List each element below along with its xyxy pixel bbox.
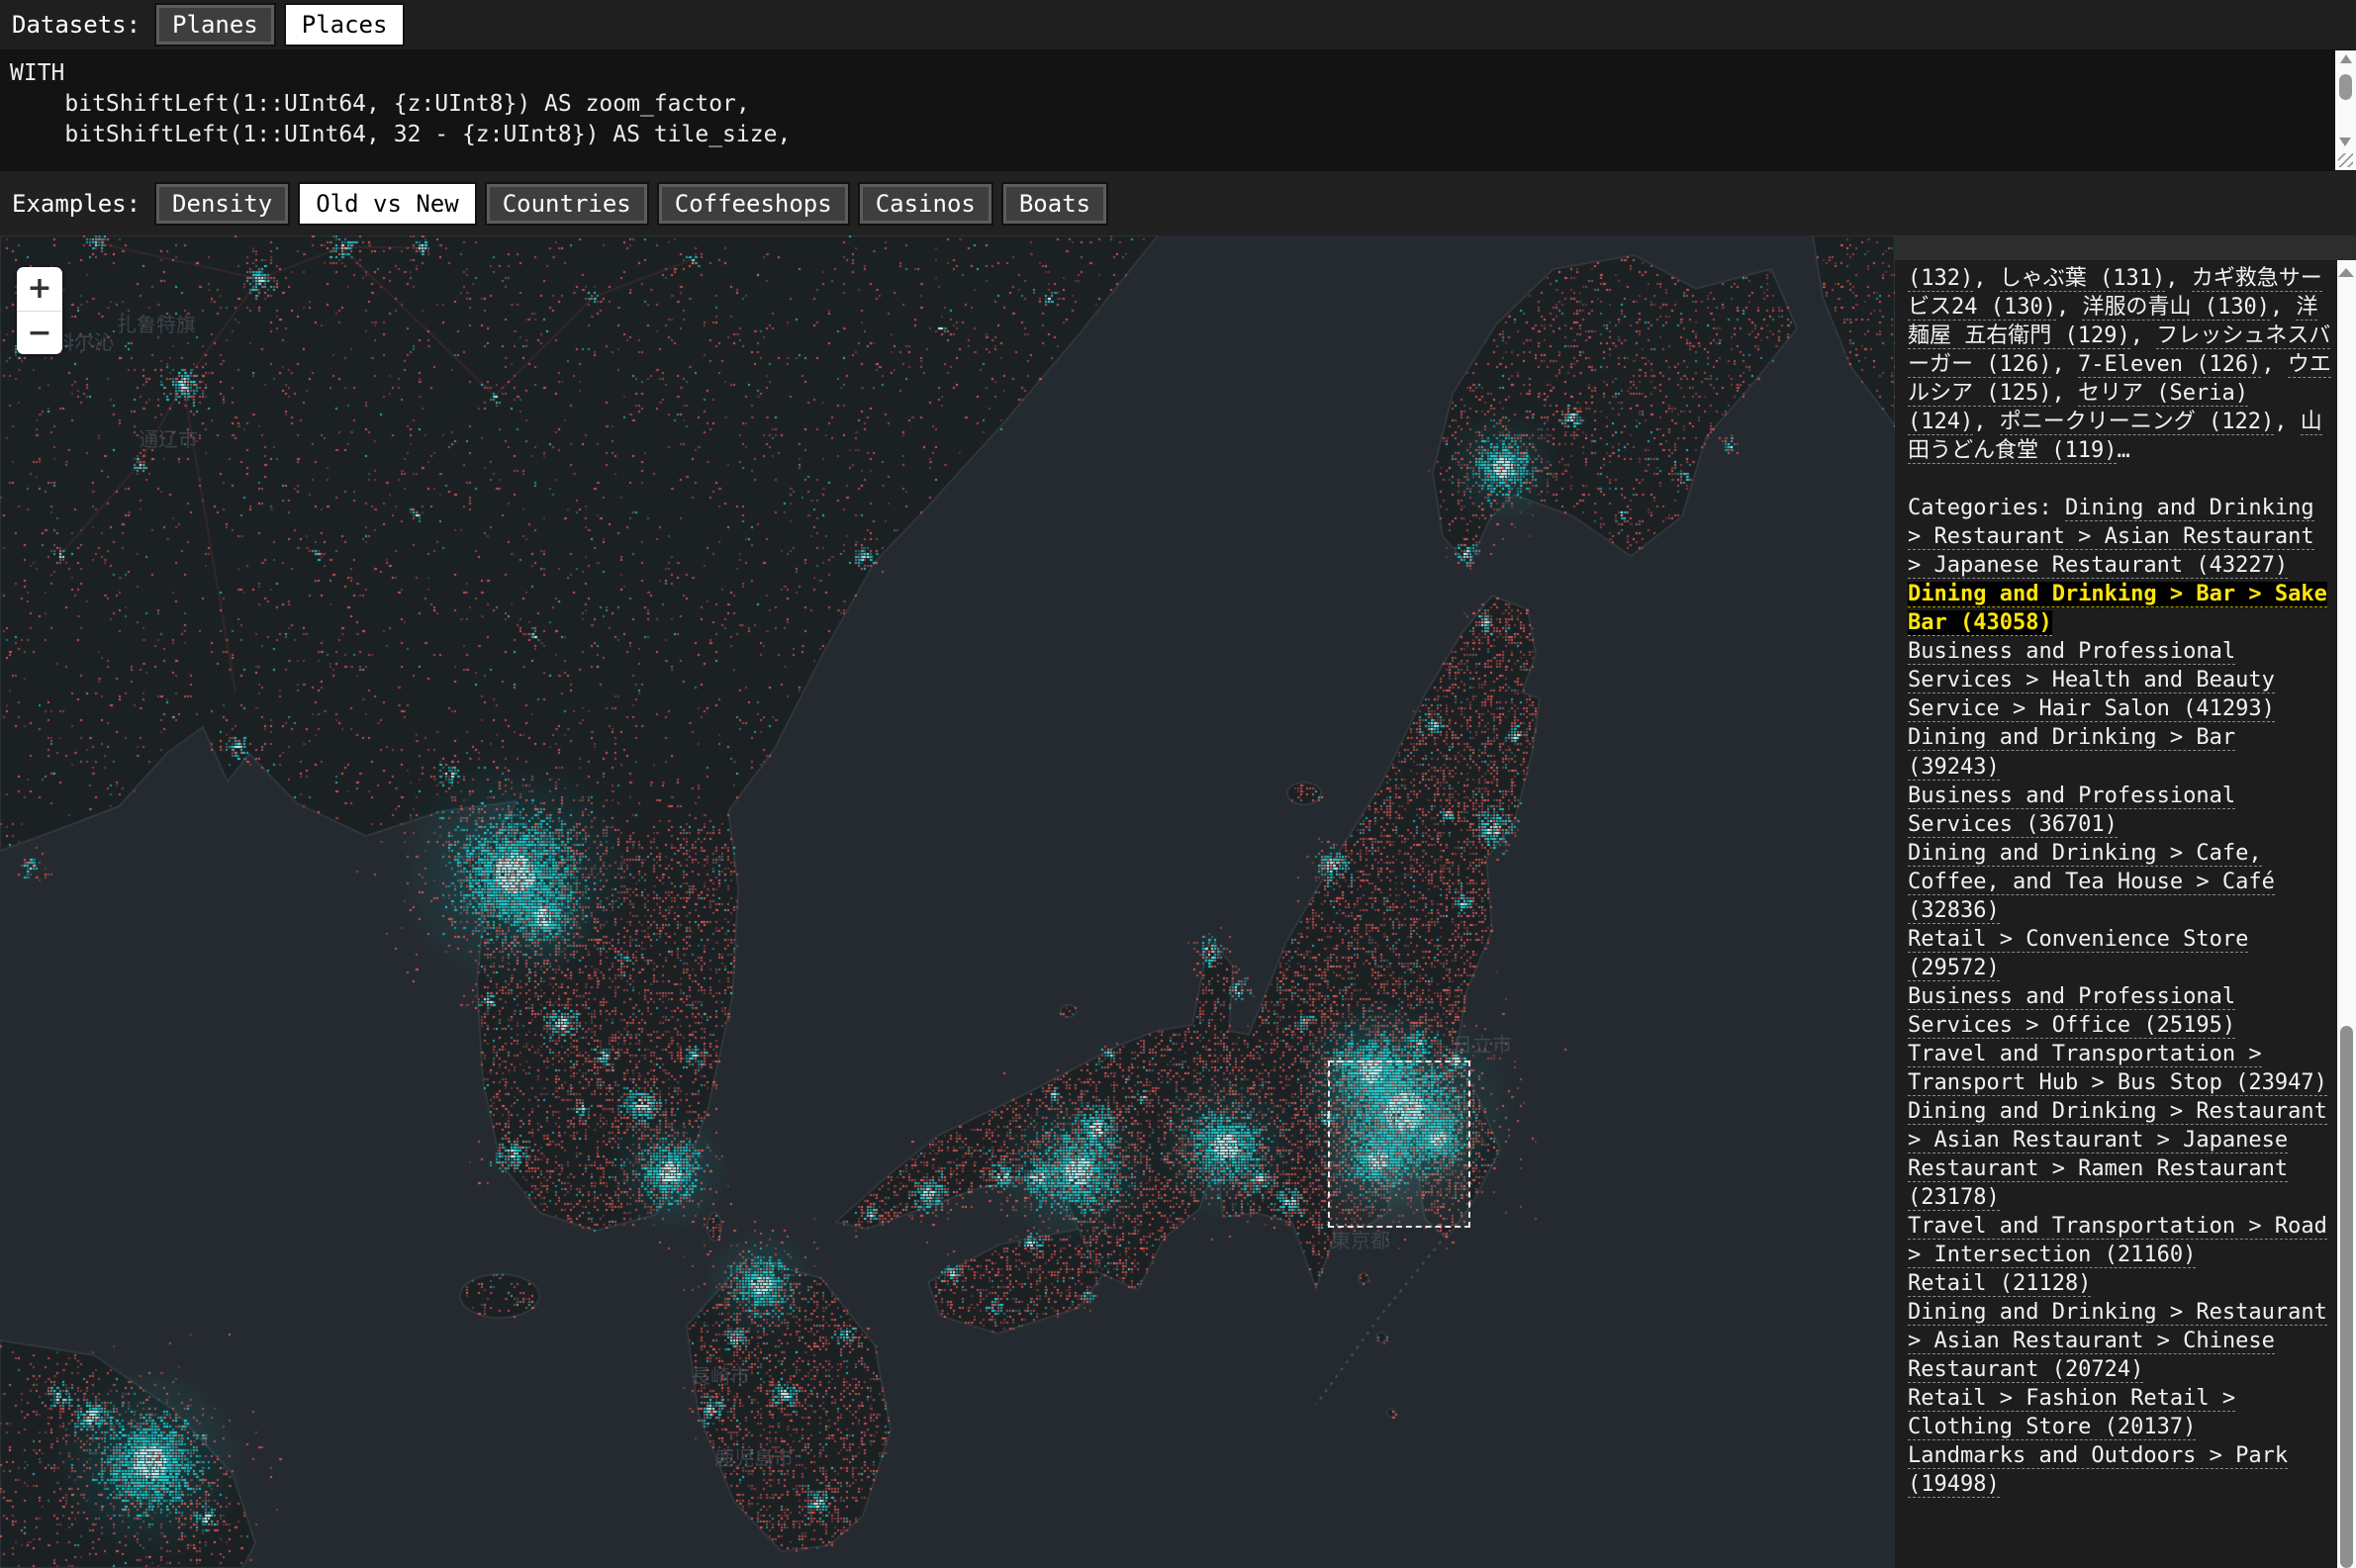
example-button-density[interactable]: Density bbox=[156, 184, 288, 224]
example-buttons: Density Old vs New Countries Coffeeshops Cas… bbox=[156, 184, 1118, 224]
category-link[interactable]: Dining and Drinking > Cafe, Coffee, and … bbox=[1908, 841, 2275, 924]
example-button-coffeeshops[interactable]: Coffeeshops bbox=[659, 184, 848, 224]
category-row: Dining and Drinking > Restaurant > Asian… bbox=[1908, 1298, 2331, 1384]
category-row: Dining and Drinking > Bar > Sake Bar (43… bbox=[1908, 580, 2331, 637]
brands-list: (132), しゃぶ葉 (131), カギ救急サービス24 (130), 洋服の… bbox=[1908, 264, 2331, 465]
map-container[interactable]: 日立市東京都長崎市鹿児島市 扎鲁特旗科尔沁通辽市 + − bbox=[0, 235, 1895, 1568]
datasets-bar: Datasets: Planes Places bbox=[0, 0, 2356, 49]
sidebar-scrollbar-thumb[interactable] bbox=[2340, 1026, 2353, 1568]
category-row: Business and Professional Services (3670… bbox=[1908, 782, 2331, 839]
example-button-casinos[interactable]: Casinos bbox=[860, 184, 991, 224]
results-sidebar: (132), しゃぶ葉 (131), カギ救急サービス24 (130), 洋服の… bbox=[1895, 260, 2337, 1568]
resize-grip-icon[interactable] bbox=[2335, 150, 2356, 170]
map-zoom-controls: + − bbox=[17, 267, 62, 354]
category-link[interactable]: Travel and Transportation > Road > Inter… bbox=[1908, 1214, 2327, 1268]
category-row: Retail (21128) bbox=[1908, 1269, 2331, 1298]
dataset-button-planes[interactable]: Planes bbox=[156, 5, 274, 45]
map-place-label: 扎鲁特旗 bbox=[117, 309, 196, 337]
map-place-label: 科尔沁 bbox=[54, 326, 114, 355]
map-place-label: 通辽市 bbox=[139, 423, 198, 452]
brand-link[interactable]: しゃぶ葉 (131) bbox=[2000, 266, 2165, 292]
map-place-label: 日立市 bbox=[1453, 1029, 1512, 1058]
map-place-label: 長崎市 bbox=[691, 1360, 750, 1389]
scroll-up-icon[interactable] bbox=[2338, 268, 2354, 277]
dataset-buttons: Planes Places bbox=[156, 5, 415, 45]
category-row: Travel and Transportation > Transport Hu… bbox=[1908, 1040, 2331, 1097]
brand-link[interactable]: (132) bbox=[1908, 266, 1973, 292]
category-row: Dining and Drinking > Bar (39243) bbox=[1908, 723, 2331, 781]
category-link[interactable]: Business and Professional Services > Hea… bbox=[1908, 639, 2275, 722]
categories-label: Categories: bbox=[1908, 496, 2065, 520]
category-row: Landmarks and Outdoors > Park (19498) bbox=[1908, 1441, 2331, 1499]
examples-bar: Examples: Density Old vs New Countries Coff… bbox=[0, 171, 2356, 235]
category-row: Retail > Convenience Store (29572) bbox=[1908, 925, 2331, 982]
category-link[interactable]: Retail (21128) bbox=[1908, 1271, 2091, 1297]
category-row: Travel and Transportation > Road > Inter… bbox=[1908, 1212, 2331, 1269]
selection-rectangle bbox=[1328, 1061, 1470, 1228]
example-button-countries[interactable]: Countries bbox=[487, 184, 647, 224]
categories-list: Categories: Dining and Drinking > Restau… bbox=[1908, 494, 2331, 1499]
category-link[interactable]: Retail > Convenience Store (29572) bbox=[1908, 927, 2248, 981]
category-row: Retail > Fashion Retail > Clothing Store… bbox=[1908, 1384, 2331, 1441]
map-place-label: 鹿児島市 bbox=[714, 1442, 794, 1471]
brand-link[interactable]: 7-Eleven (126) bbox=[2078, 352, 2261, 378]
editor-scrollbar-thumb[interactable] bbox=[2339, 74, 2352, 100]
category-link[interactable]: Dining and Drinking > Bar (39243) bbox=[1908, 725, 2235, 780]
category-link[interactable]: Dining and Drinking > Restaurant > Asian… bbox=[1908, 1300, 2327, 1383]
scroll-up-icon[interactable] bbox=[2340, 54, 2352, 63]
category-link[interactable]: Travel and Transportation > Transport Hu… bbox=[1908, 1042, 2327, 1096]
map-canvas[interactable] bbox=[0, 235, 1895, 1568]
category-row: Business and Professional Services > Hea… bbox=[1908, 637, 2331, 723]
datasets-label: Datasets: bbox=[12, 11, 141, 39]
category-link[interactable]: Dining and Drinking > Restaurant > Asian… bbox=[1908, 1099, 2327, 1211]
zoom-out-button[interactable]: − bbox=[17, 311, 62, 354]
zoom-in-button[interactable]: + bbox=[17, 267, 62, 311]
example-button-boats[interactable]: Boats bbox=[1003, 184, 1106, 224]
editor-scrollbar[interactable] bbox=[2335, 50, 2356, 150]
brand-link[interactable]: ポニークリーニング (122) bbox=[2000, 410, 2274, 435]
sidebar-scrollbar[interactable] bbox=[2337, 260, 2356, 1568]
brand-link[interactable]: 洋服の青山 (130) bbox=[2082, 295, 2269, 321]
category-row: Dining and Drinking > Restaurant > Asian… bbox=[1908, 1097, 2331, 1212]
sql-editor[interactable]: WITH bitShiftLeft(1::UInt64, {z:UInt8}) … bbox=[0, 49, 2356, 171]
category-link-highlighted[interactable]: Dining and Drinking > Bar > Sake Bar (43… bbox=[1908, 582, 2327, 636]
category-link[interactable]: Retail > Fashion Retail > Clothing Store… bbox=[1908, 1386, 2235, 1440]
examples-label: Examples: bbox=[12, 190, 141, 218]
category-row: Dining and Drinking > Cafe, Coffee, and … bbox=[1908, 839, 2331, 925]
category-link[interactable]: Business and Professional Services (3670… bbox=[1908, 784, 2235, 838]
dataset-button-places[interactable]: Places bbox=[286, 5, 404, 45]
category-row: Business and Professional Services > Off… bbox=[1908, 982, 2331, 1040]
scroll-down-icon[interactable] bbox=[2339, 138, 2351, 146]
category-row: Categories: Dining and Drinking > Restau… bbox=[1908, 494, 2331, 580]
category-link[interactable]: Landmarks and Outdoors > Park (19498) bbox=[1908, 1443, 2288, 1498]
category-link[interactable]: Business and Professional Services > Off… bbox=[1908, 984, 2235, 1039]
sql-code[interactable]: WITH bitShiftLeft(1::UInt64, {z:UInt8}) … bbox=[0, 49, 2356, 150]
status-bar: Processed 4.04 million rows, 42.32 MiB bbox=[1895, 235, 2356, 260]
map-place-label: 東京都 bbox=[1331, 1225, 1390, 1253]
example-button-old-vs-new[interactable]: Old vs New bbox=[300, 184, 475, 224]
